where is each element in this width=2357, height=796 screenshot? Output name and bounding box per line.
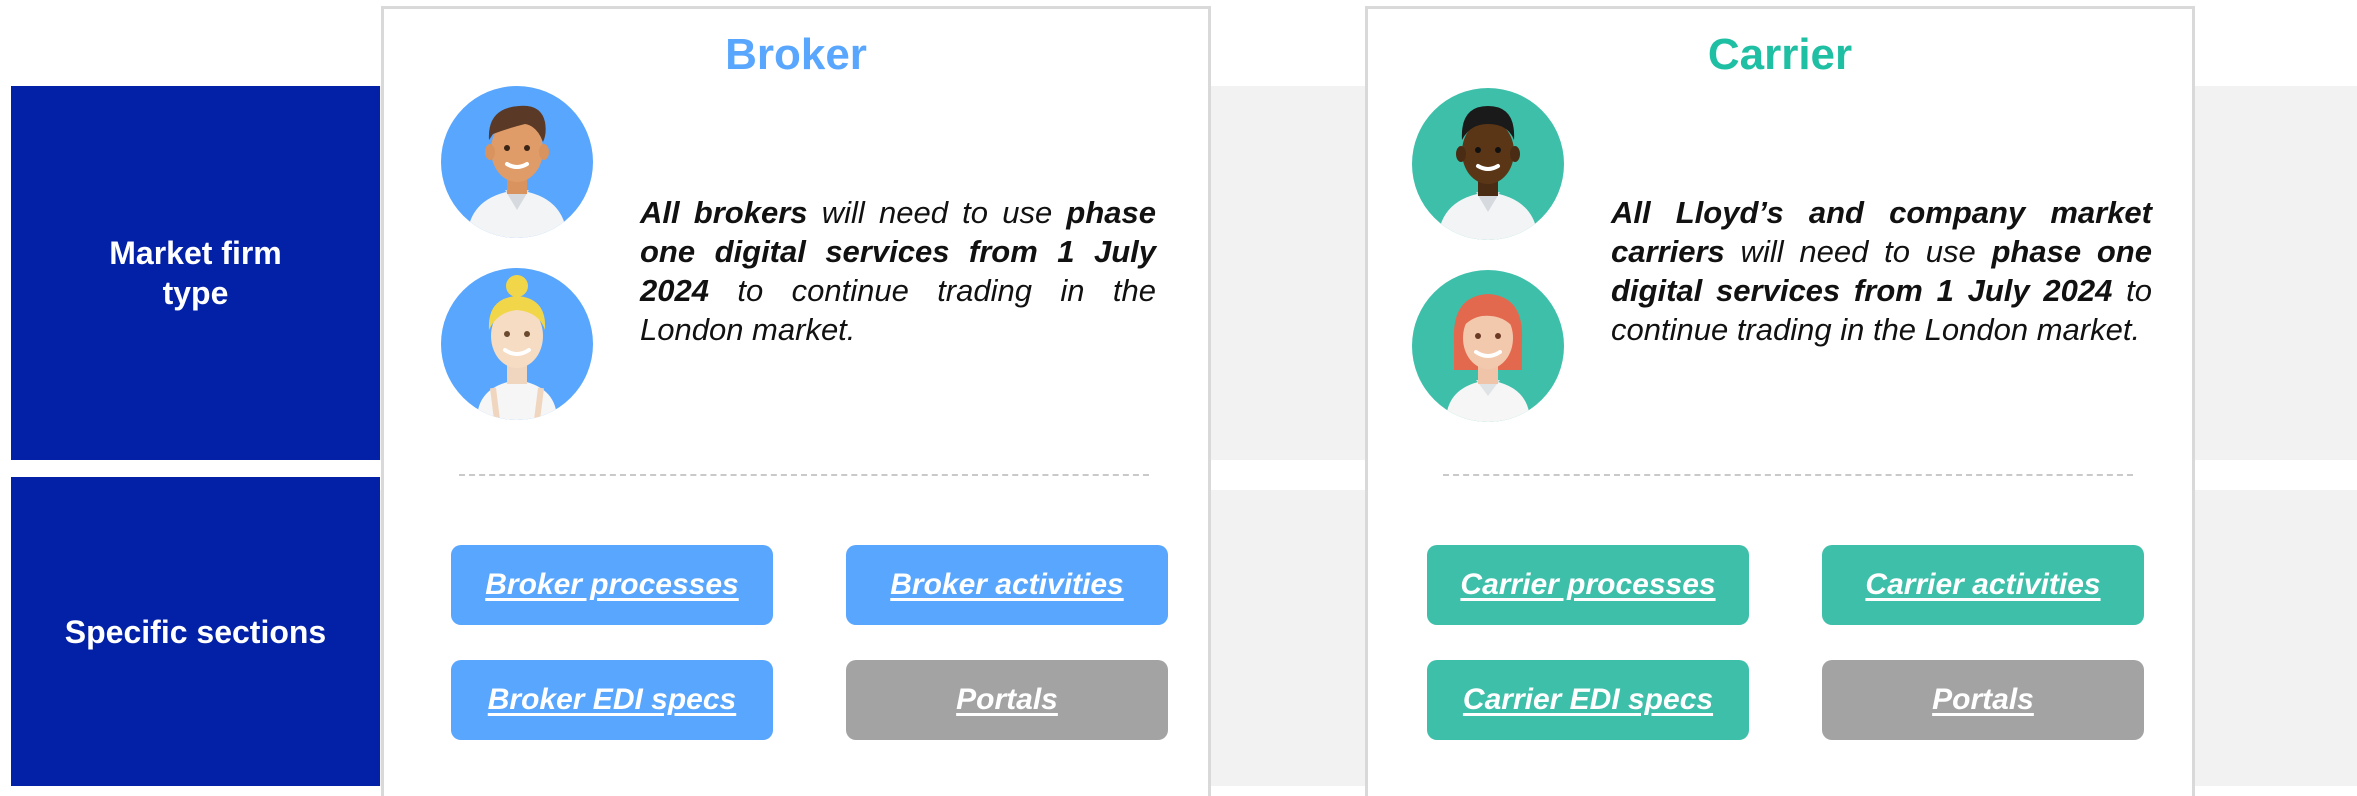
man-avatar-icon bbox=[441, 86, 593, 238]
broker-processes-button[interactable]: Broker processes bbox=[451, 545, 773, 625]
carrier-divider bbox=[1443, 474, 2133, 476]
woman-avatar-icon bbox=[1412, 270, 1564, 422]
broker-edi-specs-button[interactable]: Broker EDI specs bbox=[451, 660, 773, 740]
carrier-processes-button[interactable]: Carrier processes bbox=[1427, 545, 1749, 625]
carrier-title: Carrier bbox=[1707, 30, 1853, 79]
row-label-specific-sections: Specific sections bbox=[11, 477, 380, 786]
broker-description: All brokers will need to use phase one d… bbox=[640, 193, 1156, 349]
carrier-edi-specs-button[interactable]: Carrier EDI specs bbox=[1427, 660, 1749, 740]
man-avatar-icon bbox=[1412, 88, 1564, 240]
broker-desc-text-2: to continue trading in the London market… bbox=[640, 273, 1156, 347]
carrier-portals-button[interactable]: Portals bbox=[1822, 660, 2144, 740]
broker-portals-button[interactable]: Portals bbox=[846, 660, 1168, 740]
carrier-panel: Carrier All Lloyd’s and company market c… bbox=[1365, 6, 2195, 796]
row-label-market-firm-type: Market firm type bbox=[11, 86, 380, 460]
broker-divider bbox=[459, 474, 1149, 476]
broker-panel: Broker All brokers will need to use phas… bbox=[381, 6, 1211, 796]
carrier-activities-button[interactable]: Carrier activities bbox=[1822, 545, 2144, 625]
broker-title: Broker bbox=[725, 30, 867, 79]
woman-avatar-icon bbox=[441, 268, 593, 420]
broker-desc-text-1: will need to use bbox=[807, 195, 1067, 230]
broker-desc-bold-1: All brokers bbox=[640, 195, 808, 230]
carrier-description: All Lloyd’s and company market carriers … bbox=[1611, 193, 2152, 349]
broker-activities-button[interactable]: Broker activities bbox=[846, 545, 1168, 625]
carrier-desc-text-1: will need to use bbox=[1724, 234, 1992, 269]
